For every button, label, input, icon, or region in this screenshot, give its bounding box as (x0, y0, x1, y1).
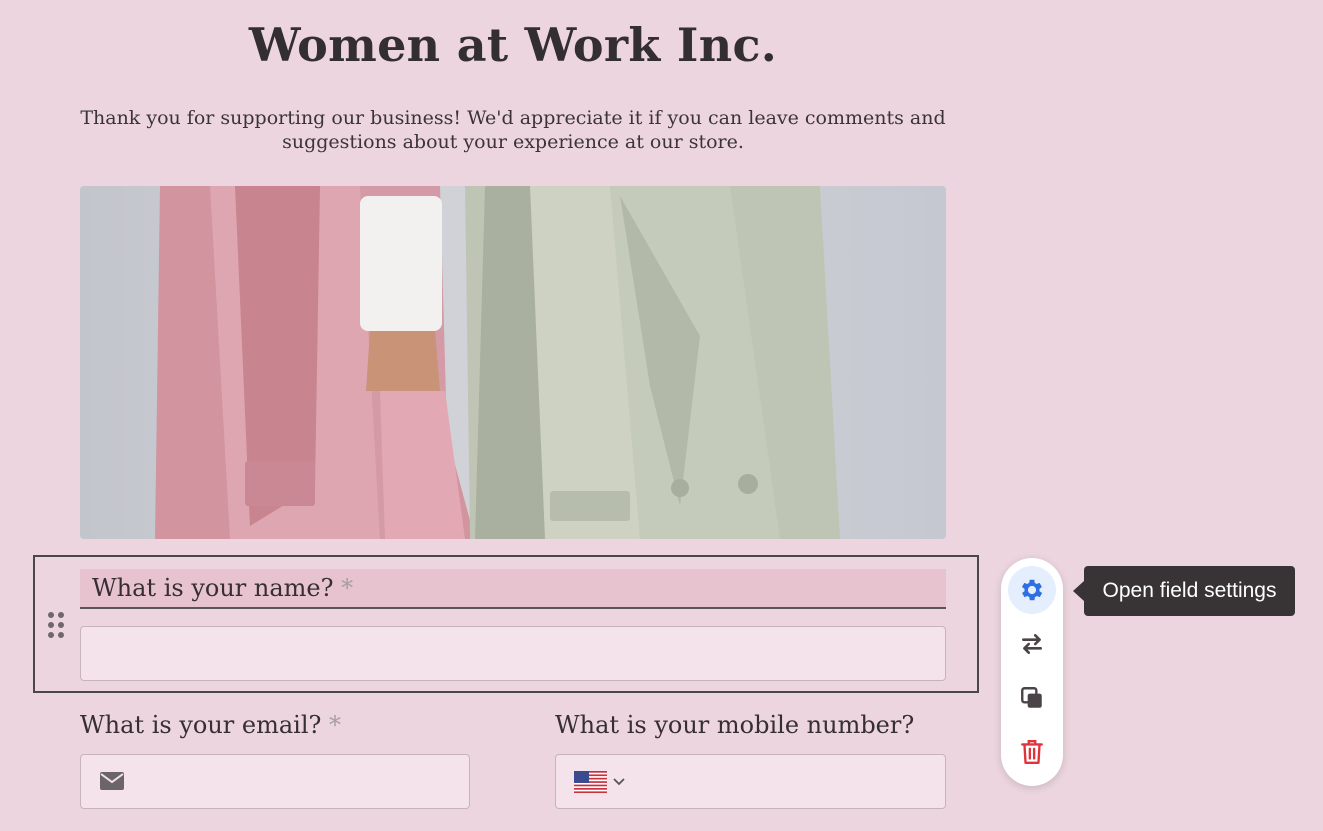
country-code-select[interactable] (574, 769, 630, 795)
mobile-field-label: What is your mobile number? (555, 711, 915, 739)
name-required-mark: * (341, 574, 354, 602)
form-description: Thank you for supporting our business! W… (80, 107, 946, 153)
delete-field-button[interactable] (1008, 728, 1056, 776)
field-settings-button[interactable] (1008, 566, 1056, 614)
settings-tooltip: Open field settings (1084, 566, 1295, 616)
trash-icon (1021, 740, 1043, 764)
swap-icon (1022, 634, 1042, 654)
tooltip-arrow (1073, 581, 1084, 601)
name-field-label[interactable]: What is your name? * (92, 574, 353, 602)
us-flag-icon (574, 771, 625, 793)
gear-icon (1021, 579, 1043, 601)
name-label-text: What is your name? (92, 574, 334, 602)
drag-handle-icon[interactable] (45, 611, 67, 639)
mail-icon (100, 771, 124, 791)
hero-image (80, 186, 946, 539)
name-input[interactable] (80, 626, 946, 681)
duplicate-icon (1021, 687, 1042, 708)
field-actions-toolbar (1001, 558, 1063, 786)
form-title: Women at Work Inc. (248, 18, 778, 72)
email-required-mark: * (329, 711, 342, 739)
swap-field-button[interactable] (1008, 620, 1056, 668)
duplicate-field-button[interactable] (1008, 674, 1056, 722)
email-input[interactable] (80, 754, 470, 809)
email-label-text: What is your email? (80, 711, 322, 739)
email-field-label: What is your email? * (80, 711, 341, 739)
